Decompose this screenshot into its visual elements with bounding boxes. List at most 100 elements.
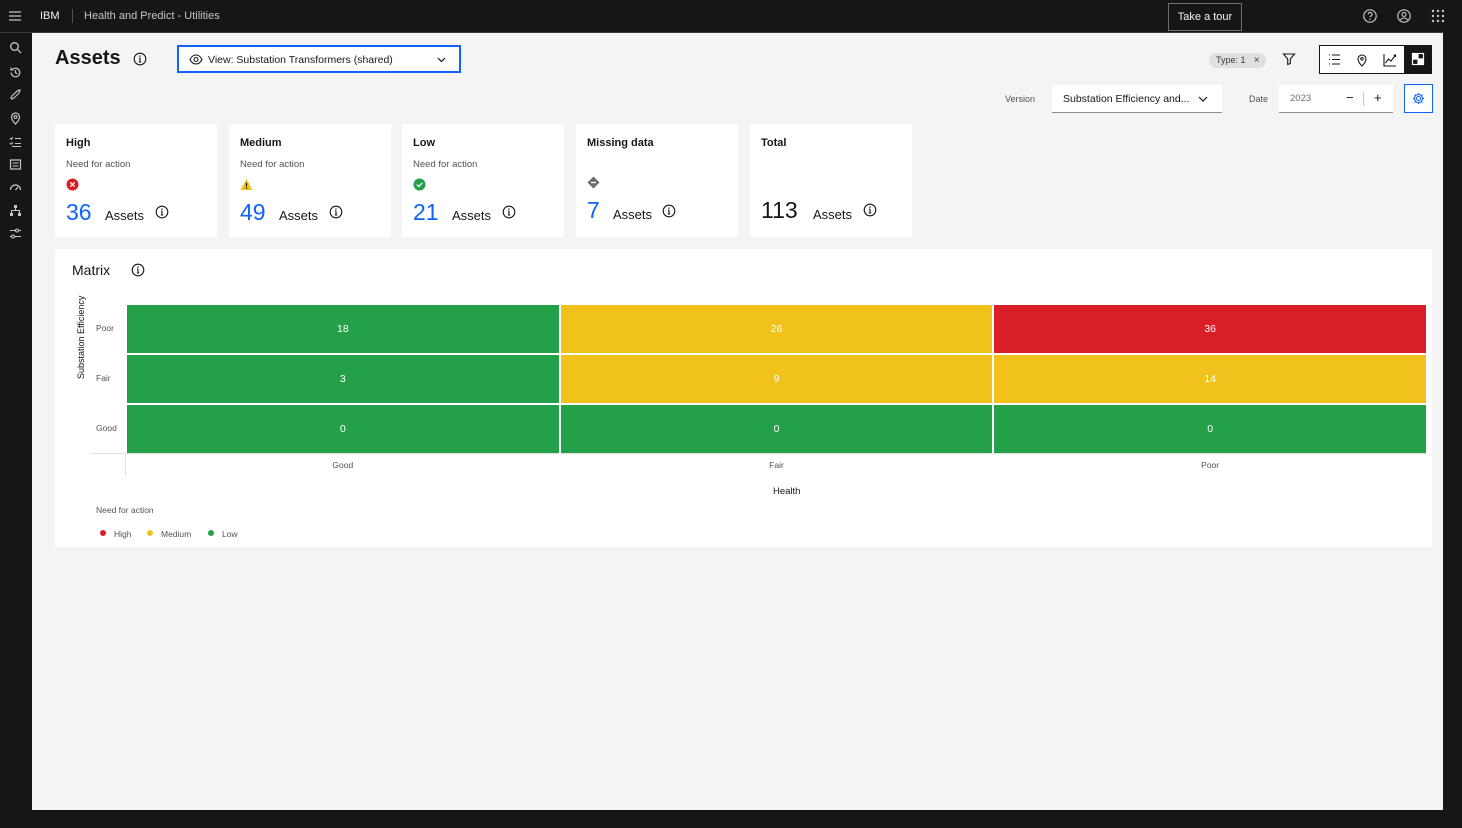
legend-swatch [147, 530, 153, 536]
card-total[interactable]: Total 113 Assets [750, 124, 912, 237]
x-axis-title: Health [773, 486, 800, 497]
card-title: Low [413, 137, 435, 149]
top-header: IBM Health and Predict - Utilities Take … [0, 0, 1444, 33]
card-count: 36 [66, 199, 92, 226]
page-title: Assets [55, 47, 121, 70]
heatmap-cell[interactable]: 0 [126, 404, 560, 454]
x-tick-label: Fair [747, 460, 807, 470]
increment-button[interactable]: + [1374, 90, 1382, 105]
info-icon[interactable] [155, 205, 169, 219]
help-icon[interactable] [1362, 8, 1378, 24]
heatmap-cell[interactable]: 0 [993, 404, 1427, 454]
date-label: Date [1249, 94, 1268, 104]
decrement-button[interactable]: − [1346, 90, 1354, 105]
card-count: 21 [413, 199, 439, 226]
card-unit: Assets [613, 207, 652, 222]
brand-name[interactable]: IBM [40, 10, 60, 22]
menu-icon[interactable] [8, 9, 22, 23]
map-view-icon[interactable] [1348, 46, 1376, 73]
card-medium[interactable]: Medium Need for action 49 Assets [229, 124, 391, 237]
y-tick-label: Fair [96, 373, 111, 383]
version-dropdown[interactable]: Substation Efficiency and... [1052, 85, 1222, 113]
legend-label: Medium [161, 529, 191, 539]
legend-label: High [114, 529, 131, 539]
filter-tag-close-icon[interactable]: × [1254, 53, 1260, 68]
card-count: 49 [240, 199, 266, 226]
settings-adjust-icon[interactable] [9, 227, 22, 240]
y-axis-title: Substation Efficiency [76, 296, 86, 379]
legend-label: Low [222, 529, 238, 539]
card-high[interactable]: High Need for action 36 Assets [55, 124, 217, 237]
history-icon[interactable] [9, 66, 22, 79]
stepper-divider [1363, 92, 1364, 106]
heatmap-cell[interactable]: 9 [560, 354, 994, 404]
gear-icon [1412, 92, 1425, 105]
chevron-down-icon [1198, 96, 1208, 102]
header-divider [72, 9, 73, 23]
card-count: 7 [587, 197, 600, 224]
error-icon [66, 178, 79, 191]
gauge-icon[interactable] [9, 181, 22, 194]
heatmap-cell[interactable]: 18 [126, 304, 560, 354]
success-icon [413, 178, 426, 191]
heatmap-cell[interactable]: 26 [560, 304, 994, 354]
search-icon[interactable] [9, 41, 22, 54]
y-axis-line [125, 453, 126, 475]
card-unit: Assets [452, 208, 491, 223]
card-title: Total [761, 137, 786, 149]
matrix-view-icon[interactable] [1404, 46, 1432, 73]
y-tick-label: Good [96, 423, 117, 433]
version-dropdown-value: Substation Efficiency and... [1063, 93, 1189, 105]
settings-button[interactable] [1404, 84, 1433, 113]
chevron-down-icon [437, 57, 446, 63]
heatmap-grid: 1826363914000 [126, 304, 1427, 454]
catalog-icon[interactable] [9, 158, 22, 171]
view-dropdown[interactable]: View: Substation Transformers (shared) [177, 45, 461, 73]
info-icon[interactable] [863, 203, 877, 217]
legend-item-medium: Medium [147, 529, 191, 539]
heatmap-cell[interactable]: 3 [126, 354, 560, 404]
y-tick-label: Poor [96, 323, 114, 333]
card-unit: Assets [813, 207, 852, 222]
legend-title: Need for action [96, 505, 154, 515]
view-icon [189, 54, 203, 65]
hierarchy-icon[interactable] [9, 204, 22, 217]
heatmap-cell[interactable]: 0 [560, 404, 994, 454]
chart-view-icon[interactable] [1376, 46, 1404, 73]
list-view-icon[interactable] [1320, 46, 1348, 73]
user-icon[interactable] [1396, 8, 1412, 24]
card-title: Medium [240, 137, 282, 149]
heatmap-cell[interactable]: 14 [993, 354, 1427, 404]
card-subtitle: Need for action [240, 159, 304, 170]
matrix-title: Matrix [72, 262, 110, 278]
filter-tag: Type: 1 × [1209, 53, 1266, 68]
card-missing-data[interactable]: Missing data 7 Assets [576, 124, 738, 237]
product-name[interactable]: Health and Predict - Utilities [84, 10, 220, 22]
location-icon[interactable] [9, 112, 22, 125]
view-dropdown-label: View: Substation Transformers (shared) [208, 54, 393, 66]
info-icon[interactable] [131, 263, 145, 277]
heatmap-cell[interactable]: 36 [993, 304, 1427, 354]
card-title: High [66, 137, 90, 149]
legend-item-high: High [100, 529, 131, 539]
main-content: Assets View: Substation Transformers (sh… [32, 33, 1443, 810]
card-unit: Assets [105, 208, 144, 223]
filter-tag-label: Type: 1 [1216, 55, 1246, 65]
card-unit: Assets [279, 208, 318, 223]
legend-item-low: Low [208, 529, 238, 539]
checklist-icon[interactable] [9, 135, 22, 148]
info-icon[interactable] [329, 205, 343, 219]
date-input[interactable]: 2023 − + [1279, 85, 1393, 113]
filter-icon[interactable] [1282, 52, 1296, 66]
info-icon[interactable] [502, 205, 516, 219]
card-low[interactable]: Low Need for action 21 Assets [402, 124, 564, 237]
version-label: Version [1005, 94, 1035, 104]
info-icon[interactable] [133, 52, 147, 66]
x-tick-label: Good [313, 460, 373, 470]
rocket-icon[interactable] [9, 89, 22, 102]
x-axis-line [90, 453, 1427, 454]
legend-swatch [208, 530, 214, 536]
info-icon[interactable] [662, 204, 676, 218]
app-switcher-icon[interactable] [1430, 8, 1446, 24]
take-a-tour-button[interactable]: Take a tour [1168, 3, 1242, 31]
